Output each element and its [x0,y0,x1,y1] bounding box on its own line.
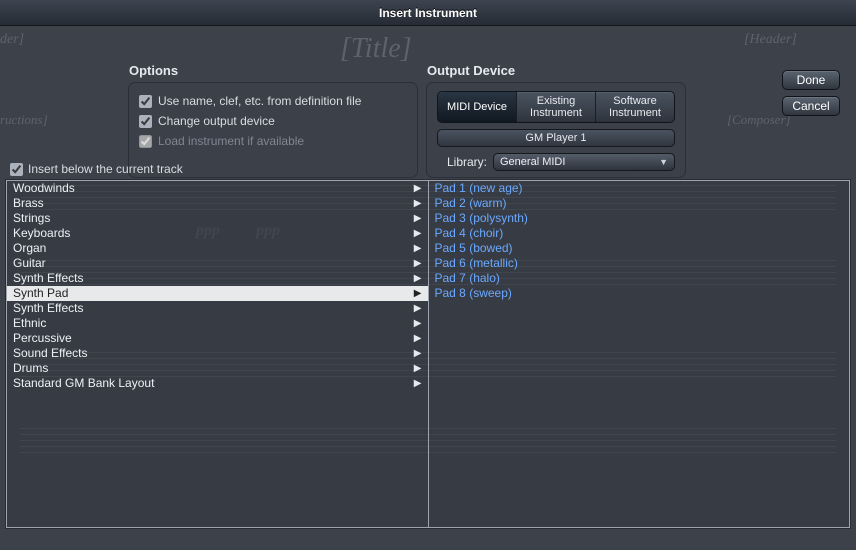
chevron-right-icon: ▶ [414,376,422,391]
chevron-right-icon: ▶ [414,331,422,346]
dialog-title: Insert Instrument [379,6,477,20]
category-item[interactable]: Keyboards ▶ [7,226,428,241]
dialog-top-zone: Options Use name, clef, etc. from defini… [0,26,856,184]
instrument-item-label: Pad 4 (choir) [435,226,504,241]
insert-below-row[interactable]: Insert below the current track [10,162,183,176]
instrument-item-label: Pad 3 (polysynth) [435,211,528,226]
category-item-label: Organ [13,241,46,256]
chevron-right-icon: ▶ [414,286,422,301]
instrument-item[interactable]: Pad 2 (warm) [429,196,850,211]
instrument-item-label: Pad 8 (sweep) [435,286,512,301]
chevron-right-icon: ▶ [414,256,422,271]
library-label: Library: [437,155,487,169]
use-definition-label: Use name, clef, etc. from definition fil… [158,94,361,108]
instrument-item[interactable]: Pad 6 (metallic) [429,256,850,271]
category-item[interactable]: Brass ▶ [7,196,428,211]
category-item[interactable]: Sound Effects ▶ [7,346,428,361]
library-row: Library: General MIDI ▼ [437,153,675,171]
dialog-titlebar: Insert Instrument [0,0,856,26]
load-instrument-label: Load instrument if available [158,134,304,148]
category-item[interactable]: Drums ▶ [7,361,428,376]
player-selector[interactable]: GM Player 1 [437,129,675,147]
category-item-label: Keyboards [13,226,70,241]
instrument-item-label: Pad 1 (new age) [435,181,523,196]
instrument-item[interactable]: Pad 8 (sweep) [429,286,850,301]
chevron-right-icon: ▶ [414,211,422,226]
chevron-right-icon: ▶ [414,181,422,196]
category-item[interactable]: Strings ▶ [7,211,428,226]
output-type-segmented: MIDI Device Existing Instrument Software… [437,91,675,123]
category-item[interactable]: Standard GM Bank Layout ▶ [7,376,428,391]
category-item-label: Woodwinds [13,181,75,196]
instrument-item[interactable]: Pad 5 (bowed) [429,241,850,256]
category-item-label: Synth Effects [13,271,83,286]
chevron-right-icon: ▶ [414,271,422,286]
insert-below-checkbox[interactable] [10,163,23,176]
library-dropdown-value: General MIDI [500,156,565,168]
instrument-item-label: Pad 6 (metallic) [435,256,518,271]
category-item-label: Sound Effects [13,346,88,361]
category-item-label: Strings [13,211,50,226]
category-item-label: Guitar [13,256,46,271]
category-item-label: Brass [13,196,44,211]
insert-below-label: Insert below the current track [28,162,183,176]
category-item[interactable]: Ethnic ▶ [7,316,428,331]
cancel-button-label: Cancel [792,99,829,113]
output-device-panel: Output Device MIDI Device Existing Instr… [426,82,686,178]
cancel-button[interactable]: Cancel [782,96,840,116]
use-definition-row[interactable]: Use name, clef, etc. from definition fil… [139,91,407,111]
change-output-label: Change output device [158,114,275,128]
chevron-right-icon: ▶ [414,361,422,376]
chevron-right-icon: ▶ [414,226,422,241]
category-list[interactable]: Woodwinds ▶ Brass ▶ Strings ▶ Keyboards ▶ Organ ▶… [7,181,429,527]
category-item[interactable]: Synth Effects ▶ [7,271,428,286]
chevron-right-icon: ▶ [414,241,422,256]
done-button[interactable]: Done [782,70,840,90]
insert-instrument-dialog: Insert Instrument Options Use name, clef… [0,0,856,538]
player-selector-label: GM Player 1 [525,132,586,144]
load-instrument-checkbox [139,135,152,148]
instrument-item[interactable]: Pad 1 (new age) [429,181,850,196]
category-item-label: Synth Effects [13,301,83,316]
seg-existing-instrument[interactable]: Existing Instrument [517,92,596,122]
instrument-item-label: Pad 5 (bowed) [435,241,513,256]
load-instrument-row: Load instrument if available [139,131,407,151]
category-item-label: Drums [13,361,48,376]
category-item[interactable]: Organ ▶ [7,241,428,256]
category-item-label: Standard GM Bank Layout [13,376,154,391]
chevron-right-icon: ▶ [414,316,422,331]
instrument-item[interactable]: Pad 3 (polysynth) [429,211,850,226]
category-item-label: Ethnic [13,316,46,331]
change-output-checkbox[interactable] [139,115,152,128]
instrument-item-label: Pad 7 (halo) [435,271,500,286]
category-item[interactable]: Guitar ▶ [7,256,428,271]
chevron-right-icon: ▶ [414,346,422,361]
category-item-label: Percussive [13,331,72,346]
chevron-right-icon: ▶ [414,301,422,316]
category-item[interactable]: Woodwinds ▶ [7,181,428,196]
chevron-down-icon: ▼ [659,157,668,167]
use-definition-checkbox[interactable] [139,95,152,108]
category-item[interactable]: Synth Pad ▶ [7,286,428,301]
seg-software-instrument[interactable]: Software Instrument [596,92,674,122]
change-output-row[interactable]: Change output device [139,111,407,131]
done-button-label: Done [797,73,826,87]
output-device-title: Output Device [427,63,515,78]
chevron-right-icon: ▶ [414,196,422,211]
category-item[interactable]: Percussive ▶ [7,331,428,346]
instrument-lists: Woodwinds ▶ Brass ▶ Strings ▶ Keyboards ▶ Organ ▶… [6,180,850,528]
seg-midi-device[interactable]: MIDI Device [438,92,517,122]
library-dropdown[interactable]: General MIDI ▼ [493,153,675,171]
instrument-item[interactable]: Pad 4 (choir) [429,226,850,241]
category-item[interactable]: Synth Effects ▶ [7,301,428,316]
options-title: Options [129,63,178,78]
instrument-list[interactable]: Pad 1 (new age)Pad 2 (warm)Pad 3 (polysy… [429,181,850,527]
instrument-item[interactable]: Pad 7 (halo) [429,271,850,286]
instrument-item-label: Pad 2 (warm) [435,196,507,211]
category-item-label: Synth Pad [13,286,68,301]
